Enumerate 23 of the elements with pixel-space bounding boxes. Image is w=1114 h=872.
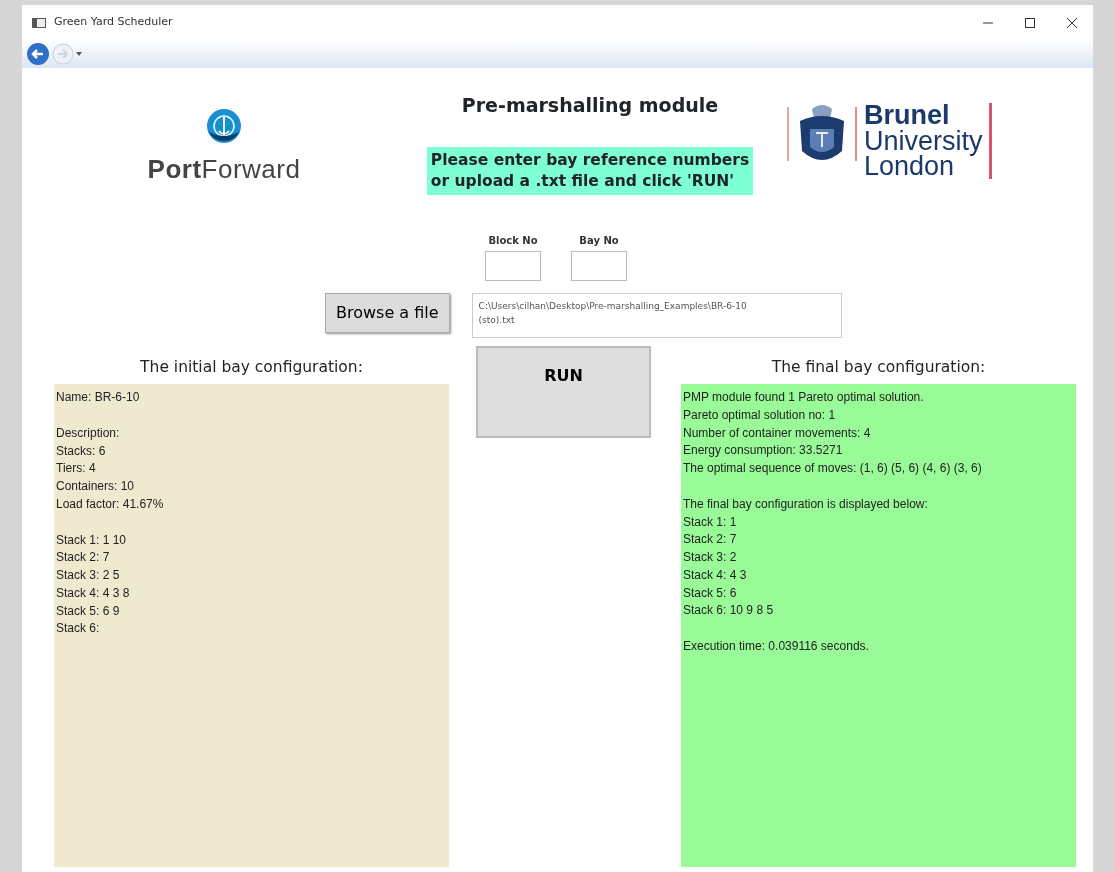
initial-config-panel: Name: BR-6-10 Description: Stacks: 6 Tiers: 4 Containers: 10 Load factor: 41.67% Stack 1: 1 10 Stack 2: 7 Stack 3: 2 5 Stack 4: 4 3 8 Stack 5: 6 9 Stack 6:: [54, 384, 449, 867]
section-title: The final bay configuration:: [770, 357, 987, 378]
input-field[interactable]: [571, 251, 627, 281]
field-label: Bay No: [579, 234, 619, 248]
window-title: Green Yard Scheduler: [54, 14, 173, 31]
logo-wordmark: Brunel University London: [864, 103, 983, 180]
input-field[interactable]: [485, 251, 541, 281]
caret-icon[interactable]: [76, 51, 82, 57]
field-label: Block No: [488, 234, 538, 248]
anchor-logo-icon: [206, 108, 242, 144]
app-icon: [32, 17, 46, 28]
instruction-text: Please enter bay reference numbers or upload a .txt file and click 'RUN': [426, 146, 754, 195]
maximize-icon[interactable]: [1025, 17, 1035, 28]
browse-button[interactable]: Browse a file: [325, 293, 450, 333]
final-config-panel: PMP module found 1 Pareto optimal solution. Pareto optimal solution no: 1 Number of container movements: 4 Energy consumption: 33.5271 The optimal sequence of moves: (1, 6) (5, 6) (4, 6) (3, 6) The final bay configuration is displayed below: Stack 1: 1 Stack 2: 7 Stack 3: 2 Stack 4: 4 3 Stack 5: 6 Stack 6: 10 9 8 5 Execution time: 0.039116 seconds.: [681, 384, 1076, 867]
run-button[interactable]: RUN: [476, 346, 651, 438]
file-path-field[interactable]: C:\Users\cilhan\Desktop\Pre-marshalling_Examples\BR-6-10 (sto).txt: [471, 293, 842, 338]
logo-wordmark: PortForward: [147, 153, 301, 186]
back-icon[interactable]: [26, 42, 50, 66]
divider-icon: [988, 103, 992, 179]
close-icon[interactable]: [1067, 17, 1077, 28]
module-heading: Pre-marshalling module: [461, 94, 719, 117]
section-title: The initial bay configuration:: [139, 357, 364, 378]
